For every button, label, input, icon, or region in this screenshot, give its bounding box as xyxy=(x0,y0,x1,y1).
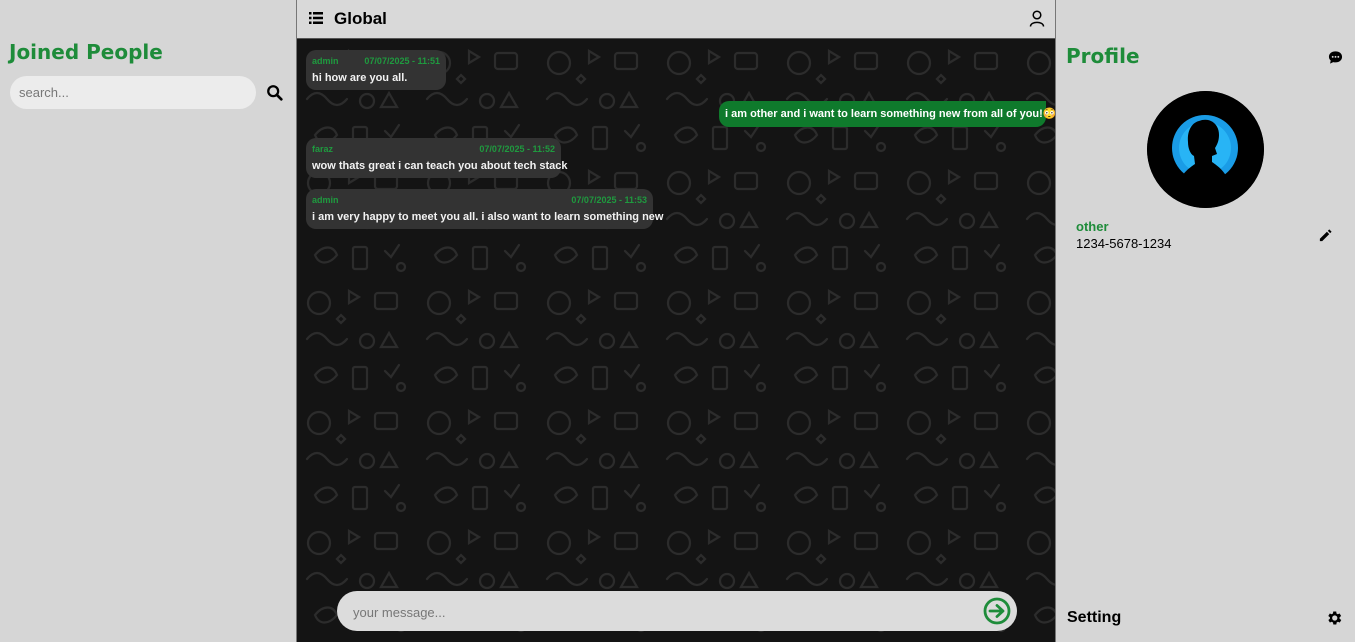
send-arrow-icon[interactable] xyxy=(983,597,1011,625)
message-text: wow thats great i can teach you about te… xyxy=(312,160,568,172)
message-sender: faraz xyxy=(312,144,334,154)
person-silhouette-icon xyxy=(1147,91,1264,208)
chat-wallpaper xyxy=(297,39,1055,642)
message-composer xyxy=(337,591,1017,633)
list-menu-icon[interactable] xyxy=(309,12,323,24)
user-icon[interactable] xyxy=(1029,10,1045,27)
pencil-edit-icon[interactable] xyxy=(1318,228,1333,243)
message-bubble: admin 07/07/2025 - 11:51 hi how are you … xyxy=(306,50,446,90)
message-sender: admin xyxy=(312,195,339,205)
message-bubble: faraz 07/07/2025 - 11:52 wow thats great… xyxy=(306,138,568,178)
profile-panel: Profile other 1234-5678-1234 Setting xyxy=(1056,0,1355,642)
joined-people-title: Joined People xyxy=(9,40,163,64)
search-icon[interactable] xyxy=(266,84,284,102)
chat-header: Global xyxy=(297,0,1055,39)
profile-title: Profile xyxy=(1066,44,1140,68)
sent-message-bubble: i am other and i want to learn something… xyxy=(719,101,1055,127)
message-time: 07/07/2025 - 11:52 xyxy=(479,144,555,154)
avatar xyxy=(1147,91,1264,208)
profile-phone: 1234-5678-1234 xyxy=(1076,236,1172,251)
joined-people-panel: Joined People xyxy=(0,0,296,642)
gear-icon[interactable] xyxy=(1325,609,1343,627)
message-time: 07/07/2025 - 11:51 xyxy=(364,56,440,66)
profile-username: other xyxy=(1076,219,1109,234)
message-bubble: admin 07/07/2025 - 11:53 i am very happy… xyxy=(306,189,663,229)
message-input[interactable] xyxy=(351,591,965,633)
chat-panel: Global admin 07/07/2025 - 11:51 hi how a… xyxy=(296,0,1056,642)
message-text: i am other and i want to learn something… xyxy=(725,108,1056,120)
search-input[interactable] xyxy=(10,76,256,109)
message-text: i am very happy to meet you all. i also … xyxy=(312,211,664,223)
message-text: hi how are you all. xyxy=(312,72,408,84)
message-meta: faraz 07/07/2025 - 11:52 xyxy=(312,144,555,154)
chat-bubble-icon[interactable] xyxy=(1328,50,1343,65)
room-title: Global xyxy=(334,9,387,28)
message-time: 07/07/2025 - 11:53 xyxy=(571,195,647,205)
message-meta: admin 07/07/2025 - 11:51 xyxy=(312,56,440,66)
message-sender: admin xyxy=(312,56,339,66)
message-meta: admin 07/07/2025 - 11:53 xyxy=(312,195,647,205)
setting-label: Setting xyxy=(1067,609,1122,626)
